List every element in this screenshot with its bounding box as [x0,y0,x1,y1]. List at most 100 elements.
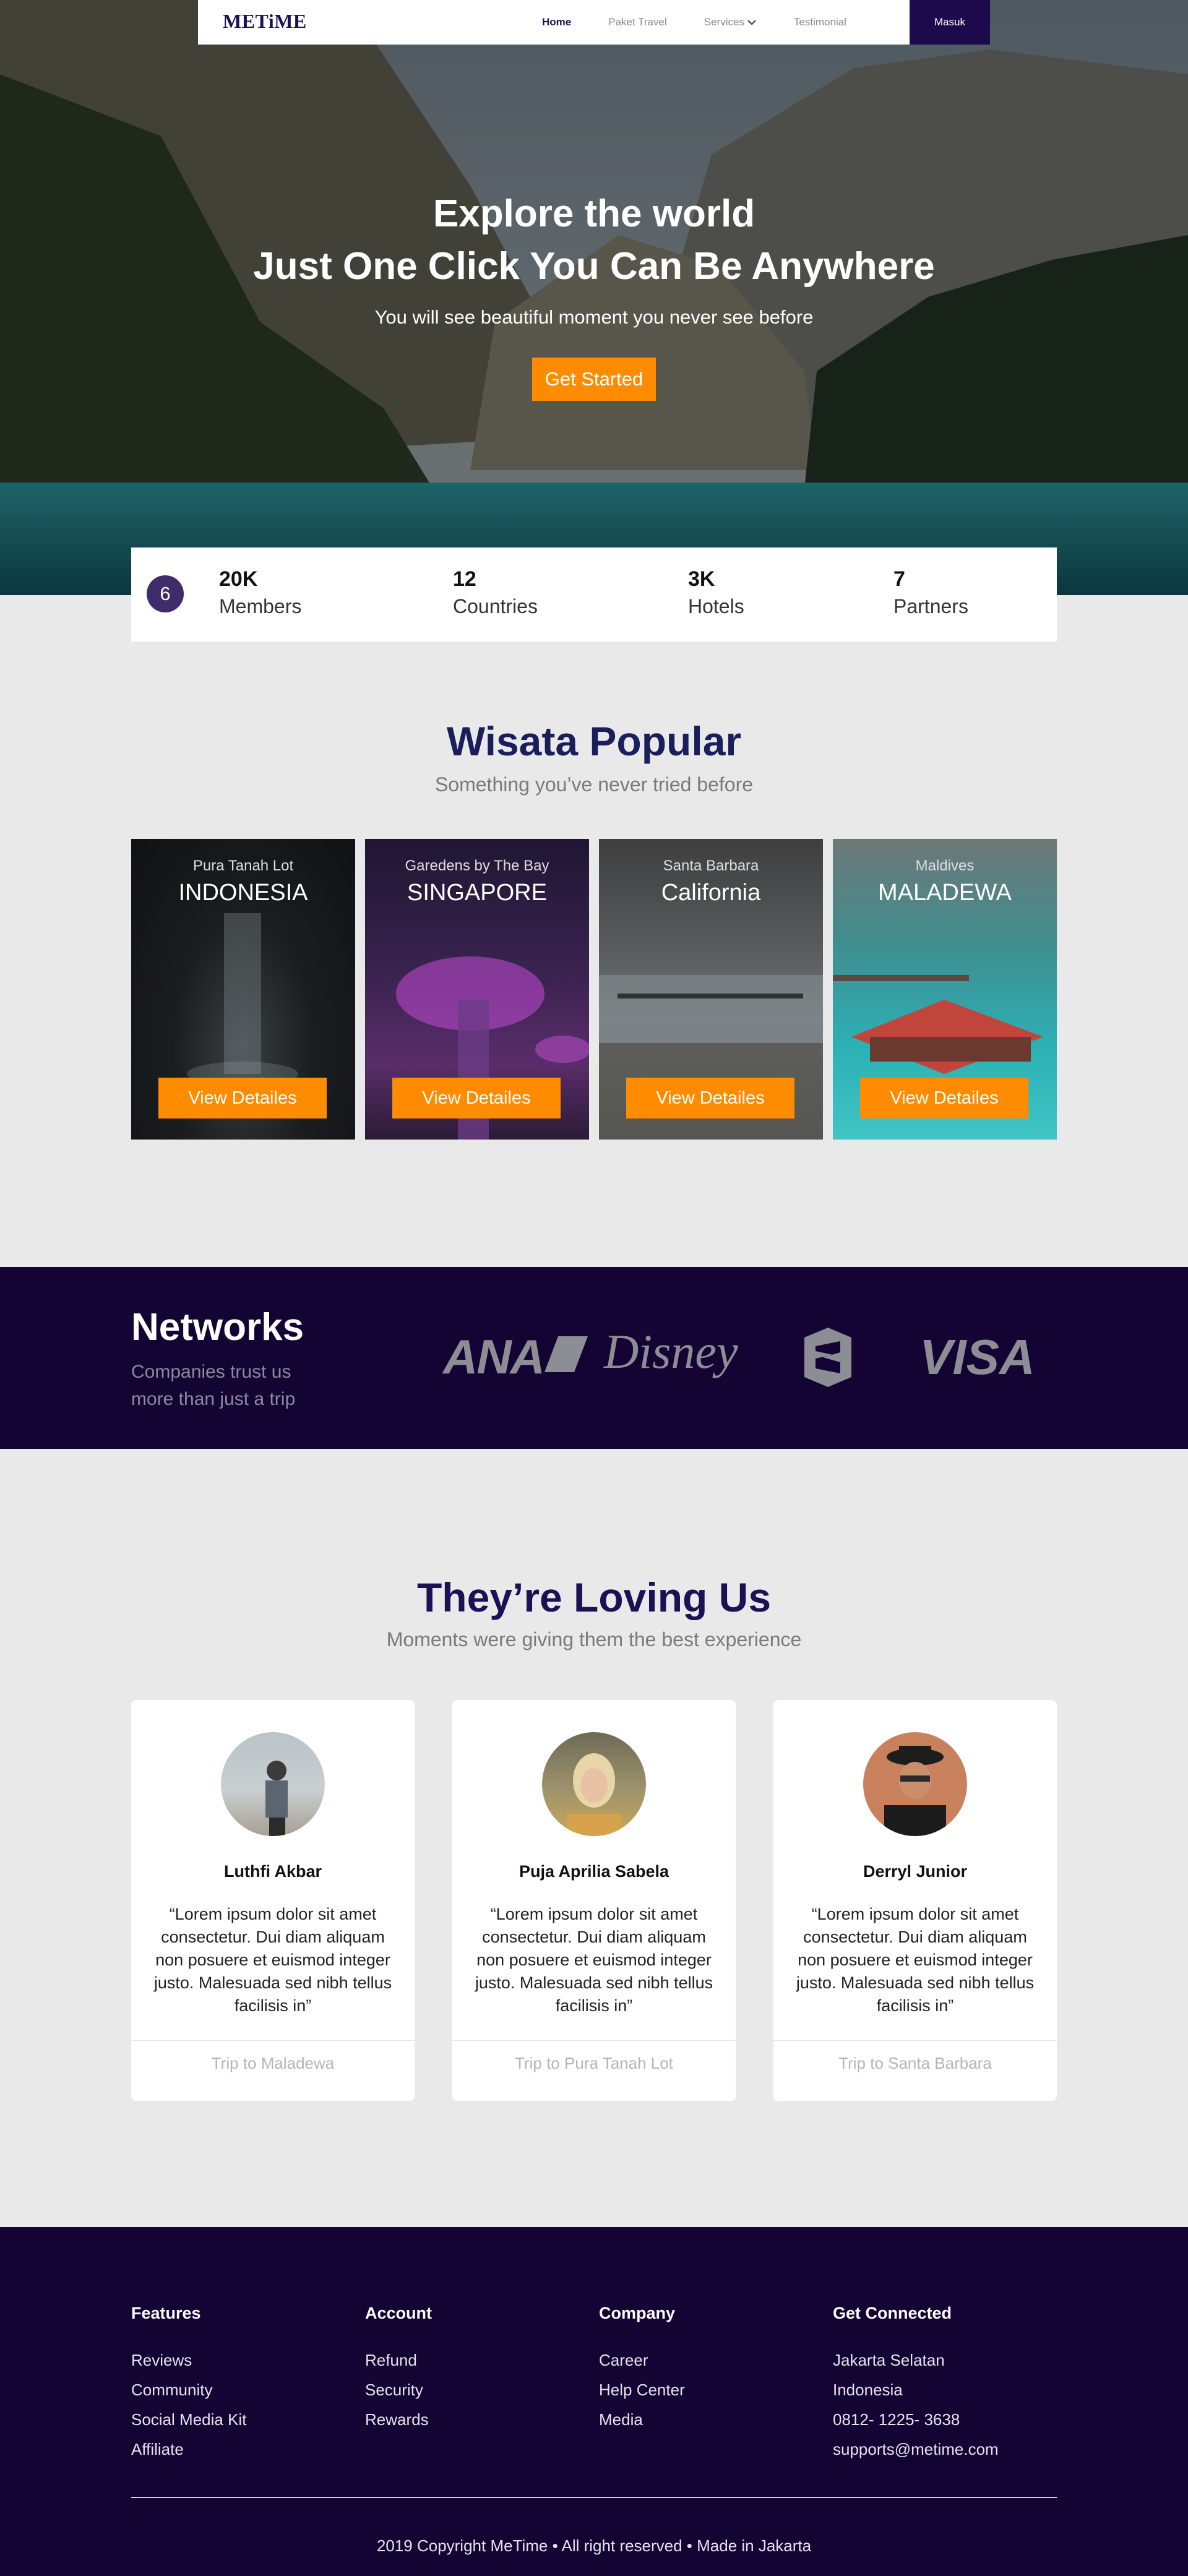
get-started-button[interactable]: Get Started [532,358,656,401]
footer-email[interactable]: supports@metime.com [833,2434,999,2464]
footer-address-country: Indonesia [833,2381,903,2399]
destination-country: MALADEWA [877,880,1012,906]
footer-heading: Get Connected [833,2304,952,2322]
footer-phone[interactable]: 0812- 1225- 3638 [833,2405,999,2434]
shield-brand-logo [804,1328,851,1387]
visa-logo: VISA [919,1329,1035,1386]
footer-link-help-center[interactable]: Help Center [599,2375,685,2405]
testimonial-quote: “Lorem ipsum dolor sit amet consectetur.… [796,1905,1035,2015]
disney-logo-text: Disney [604,1324,738,1378]
testimonials-subtitle: Moments were giving them the best experi… [386,1628,802,1651]
testimonials-title: They’re Loving Us [416,1574,772,1620]
destination-place: Santa Barbara [663,857,759,874]
stat-members: 20K Members [219,567,301,618]
destination-card-california[interactable]: Santa Barbara California View Detailes [599,839,823,1140]
footer-divider [131,2497,1057,2498]
hero-section: METiME Home Paket Travel Services Testim… [0,0,1188,595]
networks-subtitle-line2: more than just a trip [131,1389,296,1409]
destination-place: Garedens by The Bay [405,857,549,874]
footer-link-refund[interactable]: Refund [365,2345,432,2375]
stats-badge: 6 [147,575,184,612]
footer-link-reviews[interactable]: Reviews [131,2345,246,2375]
stats-bar: 6 20K Members 12 Countries 3K Hotels 7 P… [131,547,1057,642]
divider [452,2040,736,2041]
nav-services[interactable]: Services [704,16,757,28]
chevron-down-icon [747,20,756,25]
footer-link-rewards[interactable]: Rewards [365,2405,432,2434]
person-photo [265,1761,288,1836]
destination-card-indonesia[interactable]: Pura Tanah Lot INDONESIA View Detailes [131,839,355,1140]
view-details-button[interactable]: View Detailes [626,1078,794,1118]
footer-link-media[interactable]: Media [599,2405,685,2434]
testimonial-trip: Trip to Pura Tanah Lot [515,2054,673,2072]
testimonial-trip: Trip to Santa Barbara [838,2054,992,2072]
ana-logo-stripe [544,1336,588,1372]
destination-card-singapore[interactable]: Garedens by The Bay SINGAPORE View Detai… [365,839,589,1140]
destination-place: Pura Tanah Lot [192,857,294,874]
stat-partners: 7 Partners [893,567,968,618]
footer-copyright: 2019 Copyright MeTime • All right reserv… [376,2536,812,2555]
person-photo [884,1746,946,1836]
testimonial-card: Puja Aprilia Sabela “Lorem ipsum dolor s… [452,1700,736,2101]
footer-link-career[interactable]: Career [599,2345,685,2375]
testimonial-quote: “Lorem ipsum dolor sit amet consectetur.… [153,1905,392,2015]
top-navbar: METiME Home Paket Travel Services Testim… [198,0,990,45]
view-details-button[interactable]: View Detailes [860,1078,1028,1118]
popular-title: Wisata Popular [446,718,742,764]
person-photo [567,1753,621,1836]
site-logo[interactable]: METiME [223,10,307,33]
hero-title-line1: Explore the world [433,192,755,235]
stat-label: Partners [893,595,968,617]
testimonial-card: Luthfi Akbar “Lorem ipsum dolor sit amet… [131,1700,415,2101]
login-button[interactable]: Masuk [910,0,990,45]
footer-column-features: Features Reviews Community Social Media … [131,2304,246,2464]
footer-link-community[interactable]: Community [131,2375,246,2405]
nav-testimonial[interactable]: Testimonial [794,16,846,28]
nav-home[interactable]: Home [542,16,571,28]
footer-column-company: Company Career Help Center Media [599,2304,685,2434]
networks-subtitle: Companies trust us more than just a trip [131,1359,295,1413]
view-details-button[interactable]: View Detailes [392,1078,561,1118]
networks-title: Networks [131,1306,304,1349]
stat-value: 20K [219,567,258,591]
stat-countries: 12 Countries [453,567,538,618]
disney-logo: Disney [604,1324,738,1380]
avatar [542,1732,646,1836]
footer-column-get-connected: Get Connected Jakarta Selatan Indonesia … [833,2304,999,2464]
destination-card-maldives[interactable]: Maldives MALADEWA View Detailes [833,839,1057,1140]
ana-logo: ANA [443,1329,545,1385]
avatar [863,1732,967,1836]
stat-label: Countries [453,595,538,617]
footer-link-security[interactable]: Security [365,2375,432,2405]
testimonial-name: Luthfi Akbar [224,1862,322,1881]
footer-heading: Account [365,2304,432,2322]
testimonial-trip: Trip to Maladewa [211,2054,335,2072]
networks-section: Networks Companies trust us more than ju… [0,1267,1188,1449]
divider [773,2040,1057,2041]
footer: Features Reviews Community Social Media … [0,2227,1188,2576]
footer-heading: Company [599,2304,676,2322]
visa-logo-text: VISA [919,1329,1035,1385]
hero-subtitle: You will see beautiful moment you never … [374,306,814,328]
stat-value: 3K [688,567,715,591]
destination-country: INDONESIA [178,880,308,906]
footer-address-city: Jakarta Selatan [833,2351,945,2369]
nav-paket-travel[interactable]: Paket Travel [608,16,667,28]
testimonial-card: Derryl Junior “Lorem ipsum dolor sit ame… [773,1700,1057,2101]
footer-link-social-media-kit[interactable]: Social Media Kit [131,2405,246,2434]
stat-hotels: 3K Hotels [688,567,744,618]
networks-subtitle-line1: Companies trust us [131,1362,291,1382]
destination-country: California [661,880,761,906]
stat-value: 12 [453,567,476,591]
footer-heading: Features [131,2304,201,2322]
view-details-button[interactable]: View Detailes [158,1078,327,1118]
footer-link-affiliate[interactable]: Affiliate [131,2434,246,2464]
ana-logo-text: ANA [443,1329,545,1384]
destination-place: Maldives [915,857,975,874]
footer-column-account: Account Refund Security Rewards [365,2304,432,2434]
testimonial-name: Derryl Junior [863,1862,968,1881]
destination-country: SINGAPORE [407,880,547,906]
divider [131,2040,415,2041]
nav-services-label: Services [704,16,744,28]
popular-subtitle: Something you’ve never tried before [434,773,754,796]
